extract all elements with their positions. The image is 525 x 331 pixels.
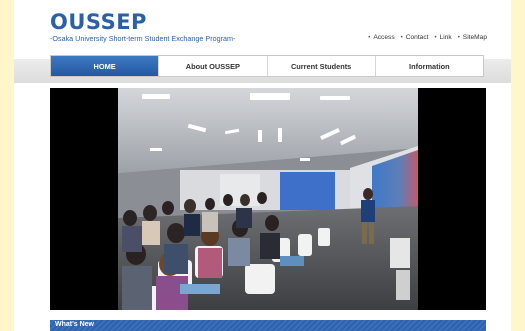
lecture-hall-photo xyxy=(50,88,486,310)
site-title[interactable]: OUSSEP xyxy=(50,12,235,33)
sitemap-link[interactable]: SiteMap xyxy=(458,34,487,41)
nav-current-students[interactable]: Current Students xyxy=(266,56,375,76)
access-link[interactable]: Access xyxy=(368,34,394,41)
nav-home[interactable]: HOME xyxy=(51,56,159,76)
nav-information[interactable]: Information xyxy=(374,56,483,76)
link-link[interactable]: Link xyxy=(434,34,452,41)
whats-new-title: What's New xyxy=(55,321,95,328)
utility-links: Access Contact Link SiteMap xyxy=(368,34,487,41)
page: OUSSEP -Osaka University Short-term Stud… xyxy=(14,0,511,331)
main-nav: HOME About OUSSEP Current Students Infor… xyxy=(50,55,484,77)
contact-link[interactable]: Contact xyxy=(401,34,429,41)
nav-about-oussep[interactable]: About OUSSEP xyxy=(158,56,266,76)
site-subtitle: -Osaka University Short-term Student Exc… xyxy=(50,34,236,43)
hero-photo xyxy=(50,88,486,310)
site-logo[interactable]: OUSSEP -Osaka University Short-term Stud… xyxy=(50,12,236,44)
whats-new-header: What's New xyxy=(50,320,486,331)
